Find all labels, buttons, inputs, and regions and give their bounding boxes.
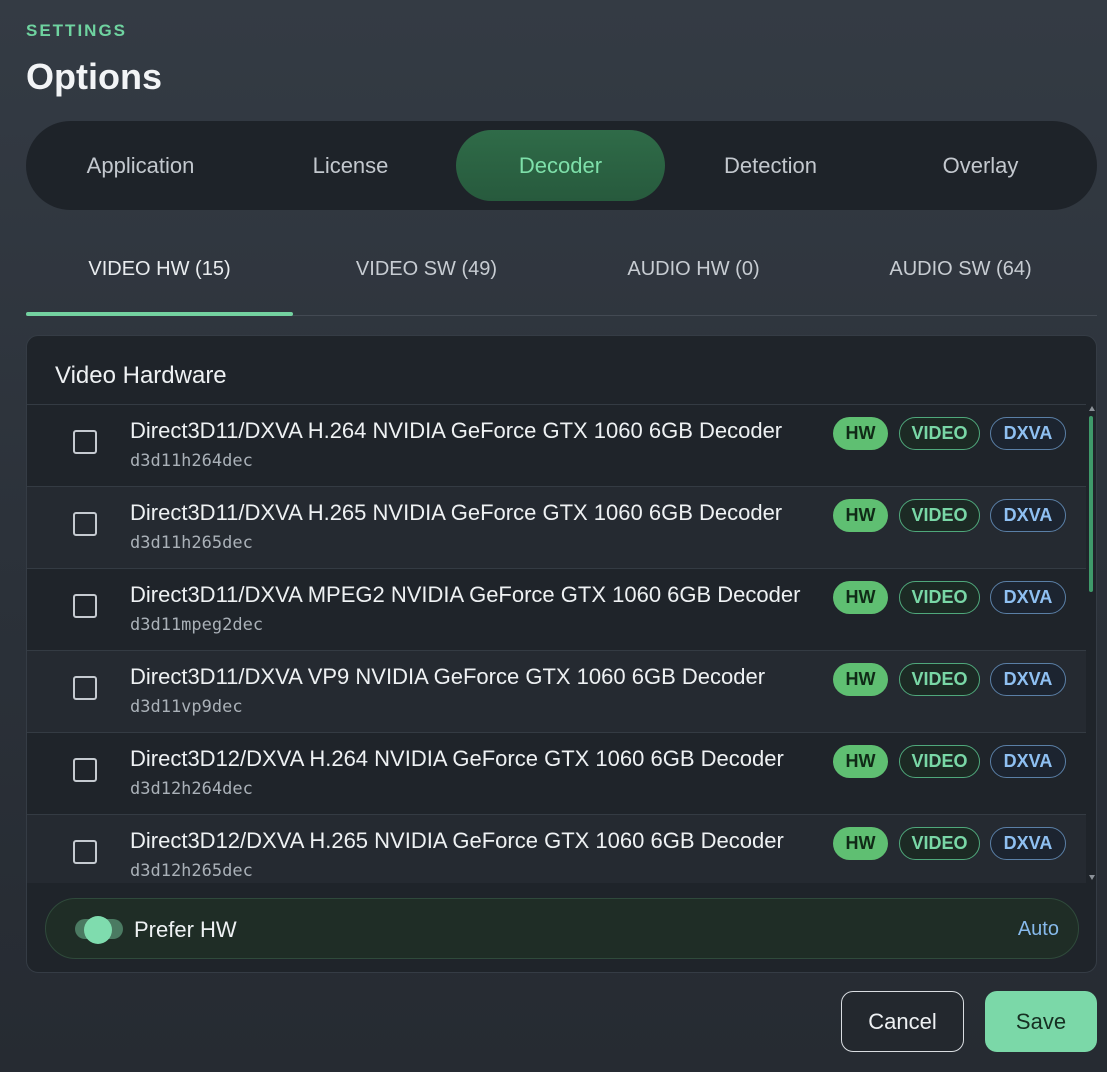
badge-hw: HW [833,499,888,532]
badge-video: VIDEO [899,663,980,696]
decoder-row[interactable]: Direct3D11/DXVA VP9 NVIDIA GeForce GTX 1… [27,651,1086,733]
decoder-checkbox[interactable] [73,430,97,454]
main-tab-bar: Application License Decoder Detection Ov… [26,121,1097,210]
decoder-name: Direct3D12/DXVA H.264 NVIDIA GeForce GTX… [130,746,784,771]
decoder-panel: Video Hardware Direct3D11/DXVA H.264 NVI… [26,335,1097,973]
decoder-checkbox[interactable] [73,676,97,700]
scroll-up-arrow-icon[interactable] [1089,406,1095,411]
prefer-hw-bar: Prefer HW Auto [45,898,1079,959]
sub-tab-bar: VIDEO HW (15) VIDEO SW (49) AUDIO HW (0)… [26,225,1097,316]
scroll-down-arrow-icon[interactable] [1089,875,1095,880]
decoder-row[interactable]: Direct3D12/DXVA H.265 NVIDIA GeForce GTX… [27,815,1086,883]
decoder-name: Direct3D11/DXVA H.265 NVIDIA GeForce GTX… [130,500,783,525]
badge-video: VIDEO [899,745,980,778]
decoder-row[interactable]: Direct3D11/DXVA H.264 NVIDIA GeForce GTX… [27,405,1086,487]
prefer-hw-value[interactable]: Auto [1018,918,1059,941]
badge-hw: HW [833,417,888,450]
decoder-id: d3d12h265dec [130,861,253,881]
decoder-checkbox[interactable] [73,758,97,782]
decoder-row[interactable]: Direct3D11/DXVA MPEG2 NVIDIA GeForce GTX… [27,569,1086,651]
decoder-name: Direct3D11/DXVA MPEG2 NVIDIA GeForce GTX… [130,582,801,607]
decoder-id: d3d12h264dec [130,779,253,799]
badge-hw: HW [833,663,888,696]
subtab-audio-hw[interactable]: AUDIO HW (0) [560,225,827,314]
decoder-checkbox[interactable] [73,840,97,864]
scroll-thumb[interactable] [1089,416,1093,592]
decoder-list: Direct3D11/DXVA H.264 NVIDIA GeForce GTX… [27,404,1086,883]
tab-license[interactable]: License [246,130,455,201]
decoder-name: Direct3D12/DXVA H.265 NVIDIA GeForce GTX… [130,828,784,853]
page-title: Options [26,56,162,97]
tab-overlay[interactable]: Overlay [876,130,1085,201]
tab-application[interactable]: Application [36,130,245,201]
settings-eyebrow: SETTINGS [26,21,128,40]
decoder-row[interactable]: Direct3D11/DXVA H.265 NVIDIA GeForce GTX… [27,487,1086,569]
subtab-video-hw[interactable]: VIDEO HW (15) [26,225,293,314]
decoder-name: Direct3D11/DXVA VP9 NVIDIA GeForce GTX 1… [130,664,766,689]
badge-video: VIDEO [899,581,980,614]
decoder-id: d3d11mpeg2dec [130,615,264,635]
list-scrollbar[interactable] [1086,404,1096,882]
tab-decoder[interactable]: Decoder [456,130,665,201]
badge-video: VIDEO [899,499,980,532]
badge-dxva: DXVA [990,417,1066,450]
prefer-hw-label: Prefer HW [134,917,237,942]
badge-dxva: DXVA [990,581,1066,614]
subtab-video-sw[interactable]: VIDEO SW (49) [293,225,560,314]
save-button[interactable]: Save [985,991,1097,1052]
cancel-button[interactable]: Cancel [841,991,964,1052]
badge-dxva: DXVA [990,745,1066,778]
panel-title: Video Hardware [55,362,227,389]
decoder-checkbox[interactable] [73,512,97,536]
badge-video: VIDEO [899,827,980,860]
badge-video: VIDEO [899,417,980,450]
decoder-checkbox[interactable] [73,594,97,618]
subtab-audio-sw[interactable]: AUDIO SW (64) [827,225,1094,314]
badge-dxva: DXVA [990,663,1066,696]
badge-dxva: DXVA [990,499,1066,532]
badge-hw: HW [833,745,888,778]
decoder-id: d3d11h265dec [130,533,253,553]
badge-hw: HW [833,827,888,860]
tab-detection[interactable]: Detection [666,130,875,201]
badge-hw: HW [833,581,888,614]
decoder-row[interactable]: Direct3D12/DXVA H.264 NVIDIA GeForce GTX… [27,733,1086,815]
badge-dxva: DXVA [990,827,1066,860]
decoder-name: Direct3D11/DXVA H.264 NVIDIA GeForce GTX… [130,418,783,443]
toggle-knob[interactable] [84,916,112,944]
active-subtab-indicator [26,312,293,316]
decoder-id: d3d11h264dec [130,451,253,471]
decoder-id: d3d11vp9dec [130,697,243,717]
